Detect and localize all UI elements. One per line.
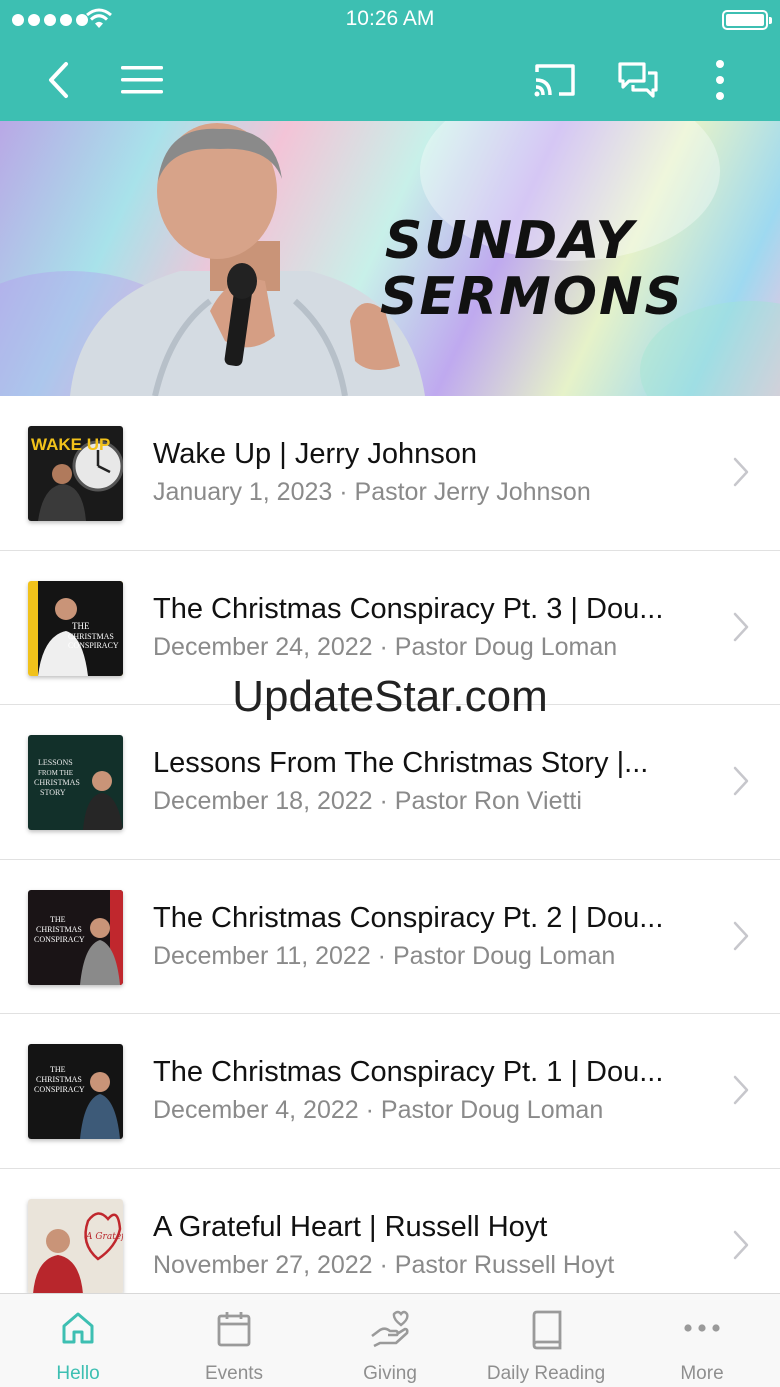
tab-giving[interactable]: Giving bbox=[312, 1294, 468, 1387]
status-time: 10:26 AM bbox=[345, 7, 435, 30]
sermon-thumbnail: THE CHRISTMAS CONSPIRACY bbox=[28, 889, 123, 985]
svg-text:CONSPIRACY: CONSPIRACY bbox=[34, 935, 85, 944]
vertical-dots-icon bbox=[716, 60, 724, 100]
sermon-title: Wake Up | Jerry Johnson bbox=[153, 438, 477, 470]
chevron-right-icon bbox=[733, 1075, 749, 1105]
svg-text:CHRISTMAS: CHRISTMAS bbox=[68, 632, 114, 641]
tab-daily-reading[interactable]: Daily Reading bbox=[468, 1294, 624, 1387]
svg-text:THE: THE bbox=[50, 1065, 66, 1074]
tab-label: Hello bbox=[56, 1363, 100, 1384]
svg-text:CONSPIRACY: CONSPIRACY bbox=[68, 641, 119, 650]
chevron-right-icon bbox=[733, 766, 749, 796]
sermon-thumbnail: A Grateful Heart bbox=[28, 1198, 123, 1294]
svg-text:FROM THE: FROM THE bbox=[38, 769, 73, 777]
tab-label: Events bbox=[204, 1363, 264, 1384]
sermon-series-banner: SUNDAY SERMONS bbox=[0, 121, 780, 396]
sermon-thumbnail: WAKE UP bbox=[28, 426, 123, 521]
status-bar: 10:26 AM bbox=[0, 0, 780, 40]
chevron-right-icon bbox=[733, 457, 749, 487]
svg-text:STORY: STORY bbox=[40, 788, 66, 797]
sermon-title: A Grateful Heart | Russell Hoyt bbox=[153, 1210, 548, 1243]
sermon-subtitle: January 1, 2023 · Pastor Jerry Johnson bbox=[153, 478, 591, 506]
sermon-thumbnail: LESSONS FROM THE CHRISTMAS STORY bbox=[28, 735, 123, 830]
book-icon bbox=[532, 1310, 562, 1350]
thumb-text: WAKE UP bbox=[31, 435, 110, 454]
bottom-tab-bar: Hello Events Giving Daily Reading More bbox=[0, 1293, 780, 1387]
cast-button[interactable] bbox=[527, 52, 583, 108]
list-item[interactable]: THE CHRISTMAS CONSPIRACY The Christmas C… bbox=[0, 1014, 780, 1169]
top-app-bar: 10:26 AM bbox=[0, 0, 780, 121]
home-icon bbox=[62, 1312, 94, 1344]
banner-title-line-2: SERMONS bbox=[380, 267, 684, 327]
sermon-title: The Christmas Conspiracy Pt. 2 | Dou... bbox=[153, 901, 664, 934]
banner-title-line-1: SUNDAY bbox=[384, 211, 636, 271]
sermon-list: WAKE UP Wake Up | Jerry Johnson January … bbox=[0, 396, 780, 1323]
banner-title: SUNDAY SERMONS bbox=[380, 211, 684, 327]
tab-more[interactable]: More bbox=[624, 1294, 780, 1387]
list-item[interactable]: THE CHRISTMAS CONSPIRACY The Christmas C… bbox=[0, 860, 780, 1014]
svg-text:CHRISTMAS: CHRISTMAS bbox=[36, 1075, 82, 1084]
overflow-menu-button[interactable] bbox=[692, 52, 748, 108]
list-item[interactable]: THE CHRISTMAS CONSPIRACY The Christmas C… bbox=[0, 551, 780, 705]
list-item[interactable]: LESSONS FROM THE CHRISTMAS STORY Lessons… bbox=[0, 705, 780, 860]
thumb-text: A Grateful Heart bbox=[85, 1232, 123, 1242]
sermon-subtitle: November 27, 2022 · Pastor Russell Hoyt bbox=[153, 1250, 615, 1279]
tab-label: Daily Reading bbox=[486, 1363, 606, 1384]
sermon-subtitle: December 4, 2022 · Pastor Doug Loman bbox=[153, 1096, 604, 1124]
giving-hand-icon bbox=[371, 1310, 409, 1348]
back-button[interactable] bbox=[30, 52, 86, 108]
sermon-subtitle: December 18, 2022 · Pastor Ron Vietti bbox=[153, 787, 582, 815]
chevron-right-icon bbox=[733, 612, 749, 641]
sermon-subtitle: December 11, 2022 · Pastor Doug Loman bbox=[153, 941, 616, 970]
svg-text:CHRISTMAS: CHRISTMAS bbox=[34, 778, 80, 787]
horizontal-dots-icon bbox=[684, 1324, 720, 1332]
chat-button[interactable] bbox=[610, 52, 666, 108]
sermon-title: The Christmas Conspiracy Pt. 3 | Dou... bbox=[153, 592, 664, 625]
chevron-left-icon bbox=[49, 62, 68, 98]
sermon-title: Lessons From The Christmas Story |... bbox=[153, 747, 649, 779]
sermon-thumbnail: THE CHRISTMAS CONSPIRACY bbox=[28, 1044, 123, 1139]
cast-icon bbox=[534, 64, 575, 97]
svg-text:CONSPIRACY: CONSPIRACY bbox=[34, 1085, 85, 1094]
tab-hello[interactable]: Hello bbox=[0, 1294, 156, 1387]
svg-text:CHRISTMAS: CHRISTMAS bbox=[36, 925, 82, 934]
calendar-icon bbox=[217, 1312, 251, 1347]
battery-icon bbox=[722, 10, 772, 30]
tab-label: Giving bbox=[363, 1363, 417, 1384]
hamburger-icon bbox=[121, 66, 163, 94]
menu-button[interactable] bbox=[114, 52, 170, 108]
chevron-right-icon bbox=[733, 1230, 749, 1259]
chat-bubbles-icon bbox=[618, 62, 658, 98]
svg-text:LESSONS: LESSONS bbox=[38, 758, 73, 767]
tab-label: More bbox=[680, 1363, 724, 1384]
svg-text:THE: THE bbox=[50, 915, 66, 924]
svg-text:THE: THE bbox=[72, 621, 90, 631]
sermon-subtitle: December 24, 2022 · Pastor Doug Loman bbox=[153, 632, 618, 661]
sermon-thumbnail: THE CHRISTMAS CONSPIRACY bbox=[28, 580, 123, 676]
tab-events[interactable]: Events bbox=[156, 1294, 312, 1387]
sermon-title: The Christmas Conspiracy Pt. 1 | Dou... bbox=[153, 1056, 664, 1088]
chevron-right-icon bbox=[733, 921, 749, 950]
list-item[interactable]: WAKE UP Wake Up | Jerry Johnson January … bbox=[0, 396, 780, 551]
